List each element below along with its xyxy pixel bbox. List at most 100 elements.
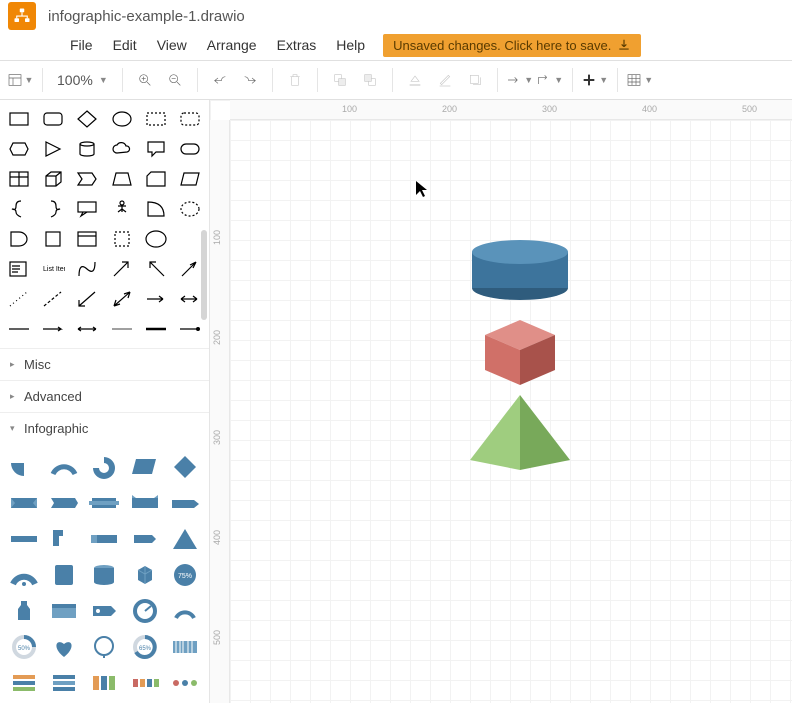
menu-help[interactable]: Help	[328, 33, 373, 57]
canvas-cylinder-shape[interactable]	[470, 238, 570, 306]
shape-arrow-line[interactable]	[139, 284, 173, 314]
category-advanced[interactable]: ▸Advanced	[0, 380, 209, 412]
infographic-row-shapes[interactable]	[127, 668, 163, 698]
infographic-triangle[interactable]	[167, 524, 203, 554]
shape-brace-l[interactable]	[2, 194, 36, 224]
infographic-gauge[interactable]	[6, 560, 42, 590]
infographic-bottle[interactable]	[6, 596, 42, 626]
menu-edit[interactable]: Edit	[105, 33, 145, 57]
zoom-select[interactable]: 100%▼	[51, 72, 114, 88]
waypoint-button[interactable]: ▼	[536, 66, 564, 94]
shape-step[interactable]	[70, 164, 104, 194]
undo-button[interactable]	[206, 66, 234, 94]
shape-cylinder[interactable]	[70, 134, 104, 164]
shape-line-plain[interactable]	[105, 314, 139, 344]
table-button[interactable]: ▼	[626, 66, 654, 94]
shape-arrow-sw[interactable]	[70, 284, 104, 314]
infographic-ribbon3[interactable]	[86, 488, 122, 518]
shape-diamond[interactable]	[70, 104, 104, 134]
infographic-stack3[interactable]	[86, 668, 122, 698]
shape-line-arrow-both[interactable]	[70, 314, 104, 344]
shape-rectangle[interactable]	[2, 104, 36, 134]
shape-arrow-nw[interactable]	[139, 254, 173, 284]
insert-button[interactable]: ▼	[581, 66, 609, 94]
shape-hexagon[interactable]	[2, 134, 36, 164]
infographic-stack2[interactable]	[46, 668, 82, 698]
shape-stadium[interactable]	[173, 134, 207, 164]
infographic-donut[interactable]	[86, 452, 122, 482]
shape-line-arrow-r[interactable]	[36, 314, 70, 344]
infographic-kite[interactable]	[167, 452, 203, 482]
shape-triangle-right[interactable]	[36, 134, 70, 164]
shape-dashed-rect[interactable]	[139, 104, 173, 134]
menu-arrange[interactable]: Arrange	[199, 33, 265, 57]
shape-parallelogram[interactable]	[173, 164, 207, 194]
shape-dashed-square[interactable]	[105, 224, 139, 254]
infographic-card[interactable]	[46, 596, 82, 626]
infographic-arc[interactable]	[46, 452, 82, 482]
shape-arc-d[interactable]	[139, 194, 173, 224]
infographic-barcode[interactable]	[167, 632, 203, 662]
zoom-in-button[interactable]	[131, 66, 159, 94]
zoom-out-button[interactable]	[161, 66, 189, 94]
shape-s-curve[interactable]	[70, 254, 104, 284]
shape-arrow-both[interactable]	[105, 284, 139, 314]
shape-dashed[interactable]	[36, 284, 70, 314]
infographic-dots[interactable]	[167, 668, 203, 698]
infographic-bar[interactable]	[6, 524, 42, 554]
infographic-donut-pct1[interactable]: 50%	[6, 632, 42, 662]
infographic-arc2[interactable]	[167, 596, 203, 626]
canvas[interactable]: 100200300400500 100200300400500	[210, 100, 792, 703]
shape-callout[interactable]	[139, 134, 173, 164]
shape-callout-box[interactable]	[70, 194, 104, 224]
infographic-gauge2[interactable]	[127, 596, 163, 626]
infographic-bubble[interactable]	[86, 632, 122, 662]
shape-dashed-round[interactable]	[173, 104, 207, 134]
menu-file[interactable]: File	[62, 33, 101, 57]
shape-rounded-rect[interactable]	[36, 104, 70, 134]
shape-dotted[interactable]	[2, 284, 36, 314]
infographic-small-ribbon[interactable]	[127, 524, 163, 554]
infographic-ribbon2[interactable]	[46, 488, 82, 518]
connection-button[interactable]: ▼	[506, 66, 534, 94]
shape-ellipse[interactable]	[105, 104, 139, 134]
save-banner[interactable]: Unsaved changes. Click here to save.	[383, 34, 641, 57]
shape-brace-r[interactable]	[36, 194, 70, 224]
shape-note[interactable]	[2, 254, 36, 284]
sidebar-scrollbar[interactable]	[201, 230, 207, 320]
infographic-cube3d[interactable]	[127, 560, 163, 590]
category-misc[interactable]: ▸Misc	[0, 348, 209, 380]
menu-view[interactable]: View	[149, 33, 195, 57]
shape-cube[interactable]	[36, 164, 70, 194]
shape-line[interactable]	[2, 314, 36, 344]
shape-ellipse-big[interactable]	[139, 224, 173, 254]
shape-arrow-ne[interactable]	[105, 254, 139, 284]
infographic-label[interactable]	[86, 524, 122, 554]
shape-list-item[interactable]: List Item	[36, 254, 70, 284]
shape-window[interactable]	[2, 164, 36, 194]
shape-square[interactable]	[36, 224, 70, 254]
infographic-cylinder3d[interactable]	[86, 560, 122, 590]
infographic-parallelogram[interactable]	[127, 452, 163, 482]
shape-trapezoid[interactable]	[105, 164, 139, 194]
shape-card[interactable]	[139, 164, 173, 194]
infographic-tag[interactable]	[86, 596, 122, 626]
shape-line-thick[interactable]	[139, 314, 173, 344]
shape-half-d[interactable]	[2, 224, 36, 254]
infographic-ribbon4[interactable]	[127, 488, 163, 518]
infographic-stack1[interactable]	[6, 668, 42, 698]
shape-actor[interactable]	[105, 194, 139, 224]
infographic-ribbon5[interactable]	[167, 488, 203, 518]
infographic-heart[interactable]	[46, 632, 82, 662]
infographic-donut-pct2[interactable]: 65%	[127, 632, 163, 662]
infographic-ribbon1[interactable]	[6, 488, 42, 518]
infographic-sector[interactable]	[6, 452, 42, 482]
redo-button[interactable]	[236, 66, 264, 94]
shape-window2[interactable]	[70, 224, 104, 254]
shape-dashed-ellipse[interactable]	[173, 194, 207, 224]
infographic-pie[interactable]: 75%	[167, 560, 203, 590]
document-title[interactable]: infographic-example-1.drawio	[48, 8, 245, 25]
shape-cloud[interactable]	[105, 134, 139, 164]
menu-extras[interactable]: Extras	[269, 33, 325, 57]
infographic-corner[interactable]	[46, 524, 82, 554]
